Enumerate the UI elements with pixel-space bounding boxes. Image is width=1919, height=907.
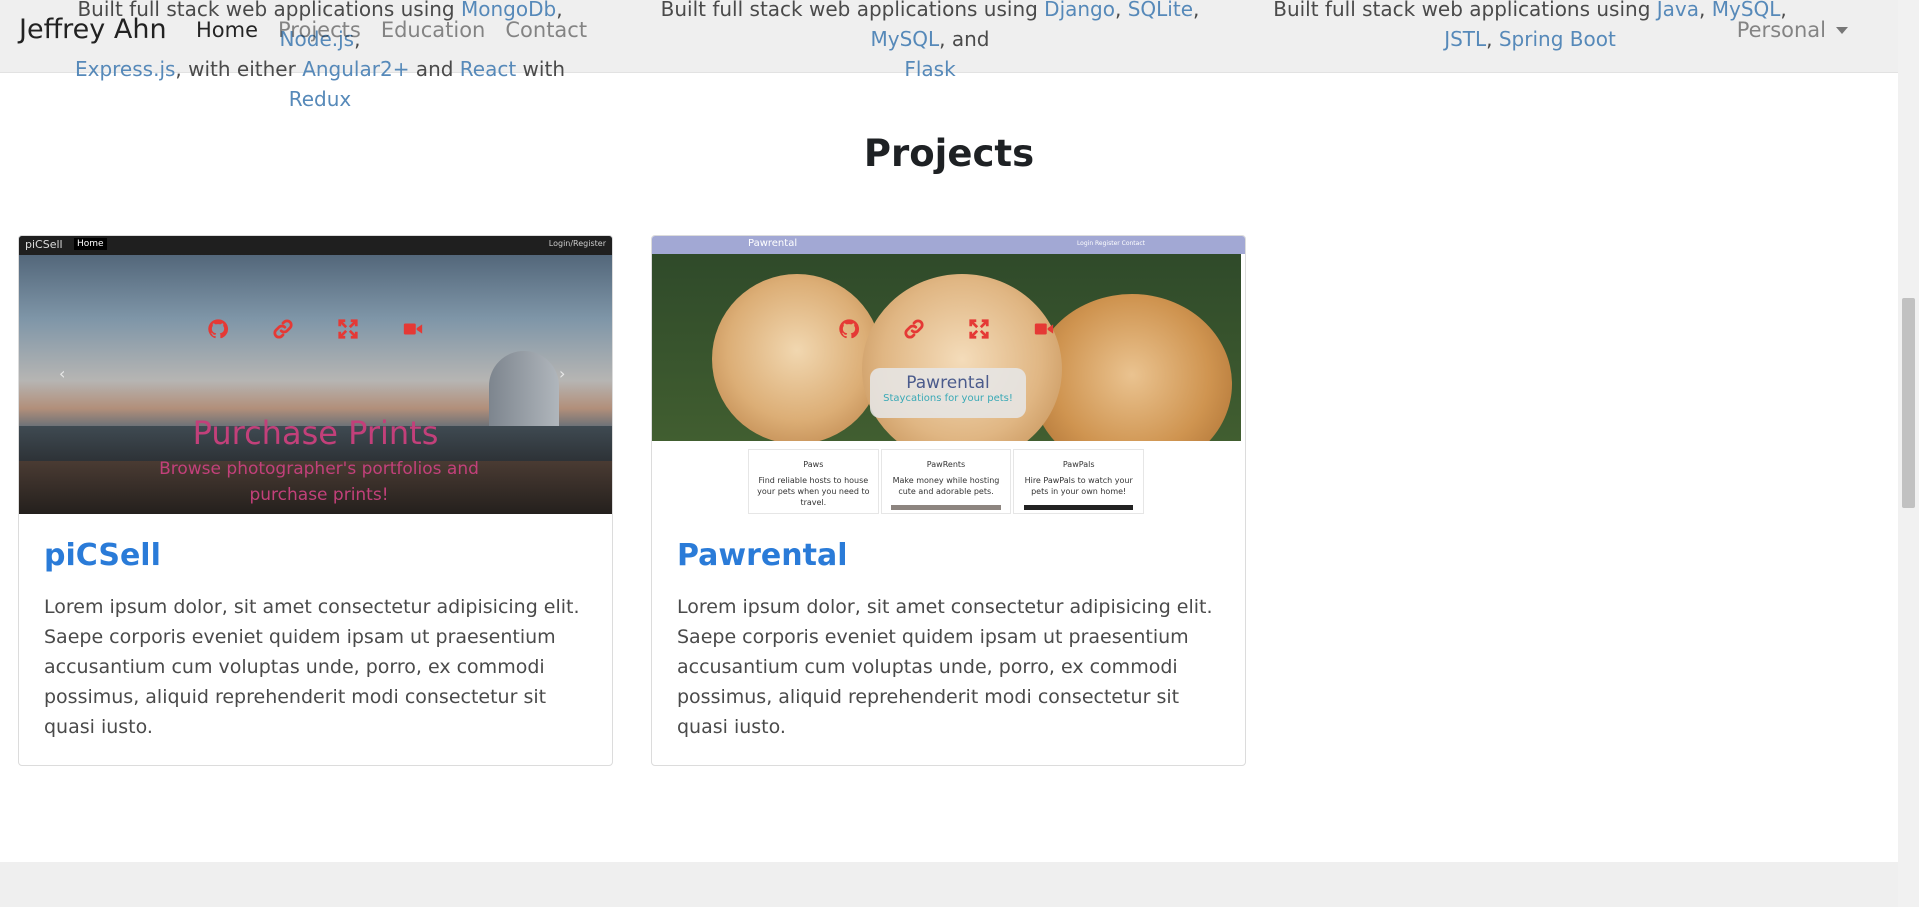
feature-image-strip — [891, 505, 1001, 510]
carousel-next-icon: › — [559, 364, 566, 383]
nav-contact[interactable]: Contact — [505, 18, 587, 42]
hero-subtitle: Staycations for your pets! — [883, 393, 1013, 404]
puppy-shape — [712, 274, 882, 441]
carousel-prev-icon: ‹ — [59, 364, 66, 383]
feature-heading: Paws — [803, 460, 824, 469]
feature-column: PawPals Hire PawPals to watch your pets … — [1013, 449, 1145, 514]
card-body: piCSell Lorem ipsum dolor, sit amet cons… — [19, 514, 612, 764]
experience-band: Built full stack web applications using … — [0, 0, 1898, 111]
screenshot-login: Login/Register — [548, 239, 606, 248]
project-title[interactable]: Pawrental — [677, 536, 1220, 576]
hero-badge: Pawrental Staycations for your pets! — [870, 368, 1026, 418]
experience-col-2: Built full stack web applications using … — [640, 0, 1220, 84]
tech-link[interactable]: Redux — [289, 87, 352, 111]
tech-link[interactable]: JSTL — [1444, 27, 1486, 51]
feature-text: Make money while hosting cute and adorab… — [892, 476, 1000, 496]
experience-text: , with either — [175, 57, 303, 81]
project-screenshot: Pawrental Login Register Contact Pawrent… — [652, 236, 1245, 514]
feature-image-strip — [1024, 505, 1134, 510]
experience-text: with — [516, 57, 565, 81]
screenshot-logo: piCSell — [25, 238, 63, 251]
feature-text: Find reliable hosts to house your pets w… — [757, 476, 870, 507]
screenshot-home: Home — [74, 238, 107, 250]
experience-text: and — [409, 57, 460, 81]
project-title[interactable]: piCSell — [44, 536, 587, 576]
navbar-brand[interactable]: Jeffrey Ahn — [19, 14, 167, 45]
feature-columns: Paws Find reliable hosts to house your p… — [748, 449, 1145, 514]
experience-text: Built full stack web applications using — [1273, 0, 1657, 21]
screenshot-caption-subtitle: Browse photographer's portfolios and pur… — [159, 459, 479, 505]
tech-link[interactable]: SQLite — [1128, 0, 1193, 21]
tech-link[interactable]: Java — [1657, 0, 1699, 21]
project-card: Pawrental Login Register Contact Pawrent… — [651, 235, 1246, 766]
personal-dropdown[interactable]: Personal — [1737, 18, 1848, 42]
project-description: Lorem ipsum dolor, sit amet consectetur … — [677, 596, 1213, 738]
tech-link[interactable]: Angular2+ — [302, 57, 409, 81]
page-scrollbar[interactable] — [1898, 0, 1919, 907]
link-icon[interactable] — [903, 318, 925, 340]
experience-text: Built full stack web applications using — [660, 0, 1045, 21]
feature-column: PawRents Make money while hosting cute a… — [880, 449, 1012, 514]
nav-projects[interactable]: Projects — [278, 18, 361, 42]
scrollbar-thumb[interactable] — [1902, 298, 1915, 508]
feature-column: Paws Find reliable hosts to house your p… — [748, 449, 879, 514]
video-icon[interactable] — [1033, 318, 1055, 340]
navbar-links: Home Projects Education Contact — [196, 18, 587, 42]
screenshot-navbar: Pawrental Login Register Contact — [652, 236, 1245, 254]
nav-home[interactable]: Home — [196, 18, 258, 42]
tech-link[interactable]: React — [460, 57, 516, 81]
feature-text: Hire PawPals to watch your pets in your … — [1024, 476, 1133, 496]
experience-col-3: Built full stack web applications using … — [1250, 0, 1810, 54]
video-icon[interactable] — [402, 318, 424, 340]
caret-down-icon — [1836, 26, 1848, 34]
puppy-shape — [1032, 294, 1232, 441]
personal-dropdown-label: Personal — [1736, 18, 1826, 42]
github-icon[interactable] — [838, 318, 860, 340]
tech-link[interactable]: Express.js — [75, 57, 175, 81]
section-title: Projects — [863, 132, 1035, 175]
feature-heading: PawPals — [1062, 460, 1095, 469]
nav-education[interactable]: Education — [381, 18, 486, 42]
expand-icon[interactable] — [968, 318, 990, 340]
expand-icon[interactable] — [337, 318, 359, 340]
experience-text: , and — [939, 27, 990, 51]
project-description: Lorem ipsum dolor, sit amet consectetur … — [44, 596, 580, 738]
next-section-band — [0, 862, 1898, 907]
link-icon[interactable] — [272, 318, 294, 340]
feature-heading: PawRents — [926, 460, 966, 469]
project-screenshot: piCSell Home Login/Register ‹ › Purchase… — [19, 236, 612, 514]
screenshot-navbar: piCSell Home Login/Register — [19, 236, 612, 255]
tech-link[interactable]: MySQL — [870, 27, 939, 51]
screenshot-nav-links: Login Register Contact — [1076, 240, 1145, 247]
project-icon-row — [207, 318, 424, 340]
hero-title: Pawrental — [906, 373, 990, 393]
project-card: piCSell Home Login/Register ‹ › Purchase… — [18, 235, 613, 766]
tech-link[interactable]: Spring Boot — [1499, 27, 1616, 51]
tech-link[interactable]: Django — [1044, 0, 1115, 21]
card-body: Pawrental Lorem ipsum dolor, sit amet co… — [652, 514, 1245, 764]
screenshot-caption-title: Purchase Prints — [192, 414, 439, 452]
tech-link[interactable]: Flask — [904, 57, 955, 81]
project-icon-row — [838, 318, 1055, 340]
screenshot-logo: Pawrental — [748, 238, 798, 249]
github-icon[interactable] — [207, 318, 229, 340]
